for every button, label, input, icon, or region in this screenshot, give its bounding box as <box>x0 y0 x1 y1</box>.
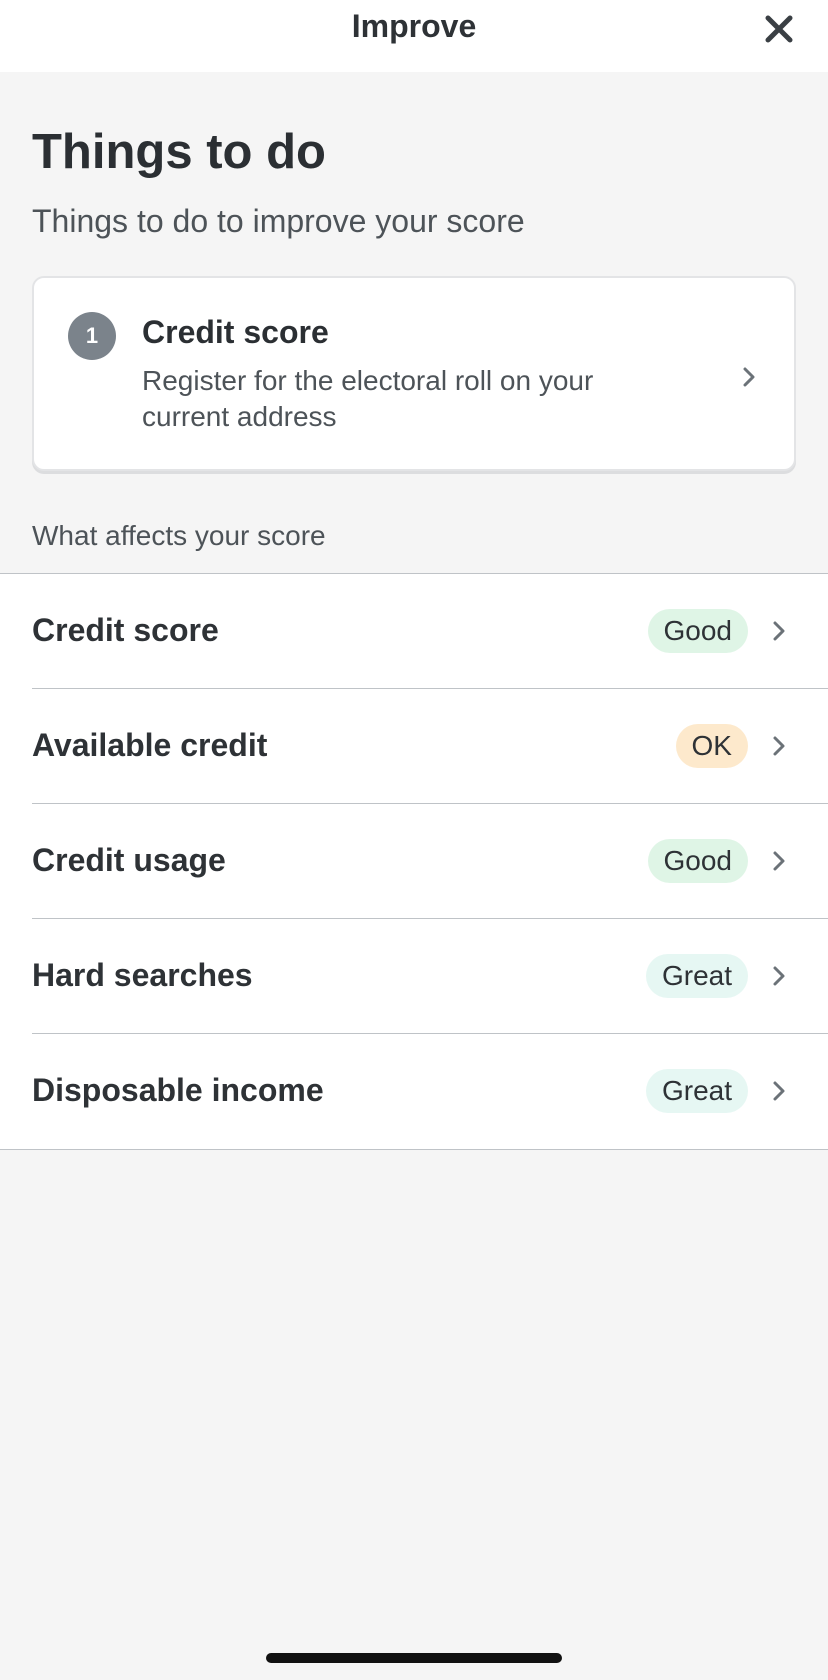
factor-row-credit-score[interactable]: Credit score Good <box>32 574 828 689</box>
chevron-right-icon <box>770 1077 788 1105</box>
page-subtitle: Things to do to improve your score <box>32 203 525 239</box>
rating-badge: Good <box>647 609 748 653</box>
screen-title: Improve <box>351 8 477 44</box>
factor-row-credit-usage[interactable]: Credit usage Good <box>32 804 828 919</box>
factor-label: Available credit <box>32 727 268 763</box>
chevron-right-icon <box>770 617 788 645</box>
todo-card-credit-score[interactable]: 1 Credit score Register for the electora… <box>32 276 796 471</box>
close-icon[interactable] <box>762 12 796 46</box>
rating-badge: Good <box>647 839 748 883</box>
factor-row-disposable-income[interactable]: Disposable income Great <box>32 1034 828 1149</box>
factor-label: Disposable income <box>32 1072 324 1108</box>
top-bar: Improve <box>0 0 828 72</box>
rating-badge: OK <box>675 724 748 768</box>
chevron-right-icon <box>738 362 760 392</box>
todo-description: Register for the electoral roll on your … <box>142 365 594 432</box>
factor-label: Credit usage <box>32 842 226 878</box>
step-number-badge: 1 <box>68 312 116 360</box>
chevron-right-icon <box>770 962 788 990</box>
factor-label: Hard searches <box>32 957 253 993</box>
factor-row-available-credit[interactable]: Available credit OK <box>32 689 828 804</box>
factor-row-hard-searches[interactable]: Hard searches Great <box>32 919 828 1034</box>
chevron-right-icon <box>770 847 788 875</box>
home-indicator <box>266 1653 562 1663</box>
factor-label: Credit score <box>32 612 219 648</box>
score-factors-list: Credit score Good Available credit OK Cr… <box>0 573 828 1150</box>
rating-badge: Great <box>645 954 748 998</box>
section-label: What affects your score <box>32 520 326 551</box>
todo-title: Credit score <box>142 314 329 350</box>
rating-badge: Great <box>645 1069 748 1113</box>
page-title: Things to do <box>32 125 326 179</box>
chevron-right-icon <box>770 732 788 760</box>
